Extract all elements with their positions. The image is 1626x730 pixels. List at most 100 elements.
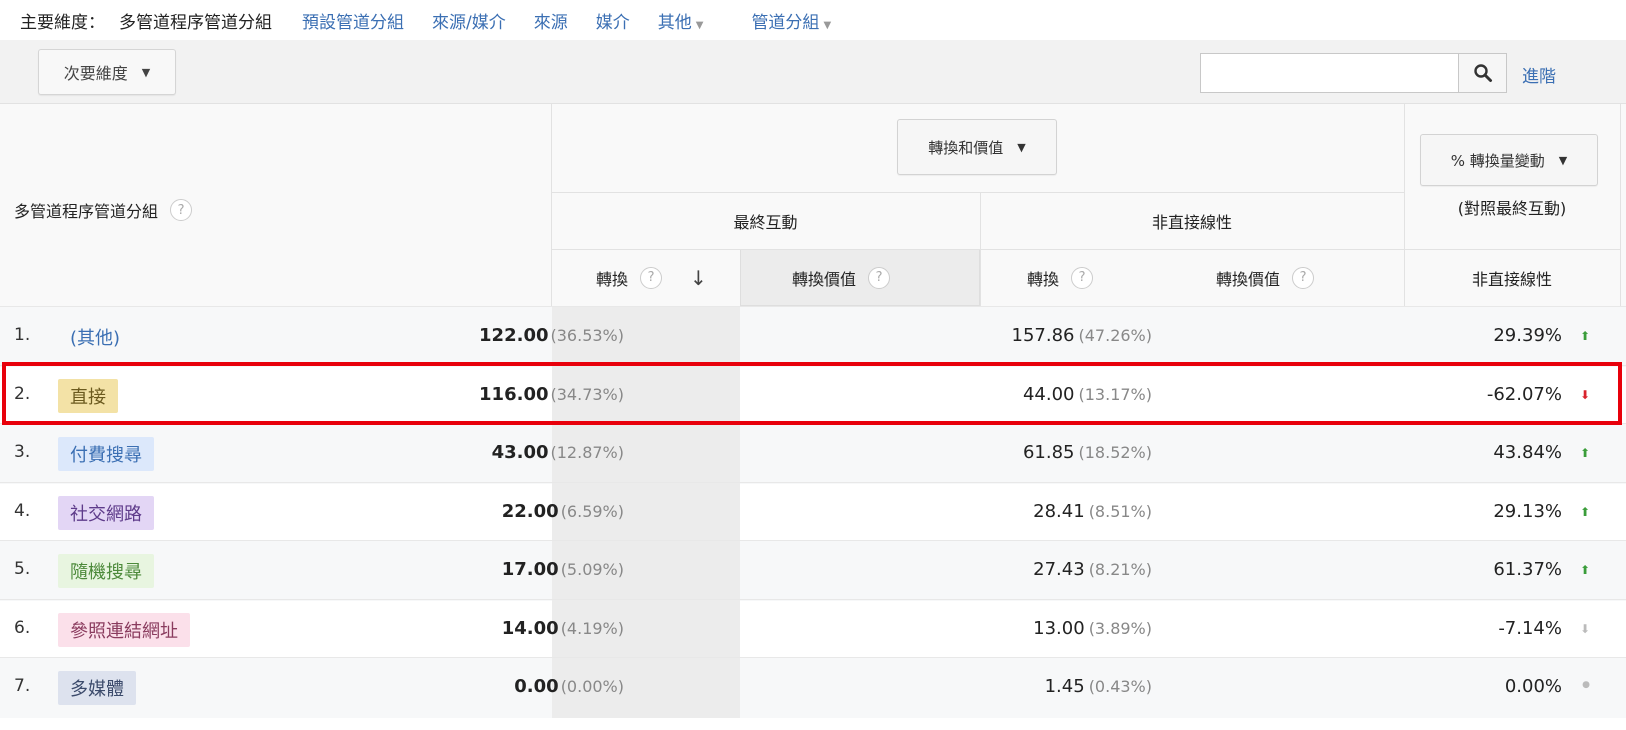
help-icon[interactable]: ? [1292, 266, 1315, 289]
sort-descending-icon[interactable]: ↓ [690, 266, 707, 290]
conversion-change: 29.13% [1493, 500, 1562, 522]
table-toolbar: 次要維度 ▼ 進階 [0, 40, 1626, 104]
table-search-input[interactable] [1200, 53, 1459, 93]
dimension-other-label: 其他 [657, 12, 692, 33]
arrow-up-icon: ⬆ [1579, 563, 1590, 577]
table-row: 4. 社交網路 22.00 (6.59%) 28.41 (8.51%) 29.13% ⬆ [0, 481, 1626, 543]
nonlinear-conversions: 27.43 (8.21%) [1033, 559, 1152, 580]
nonlinear-percent: (8.51%) [1088, 501, 1152, 521]
nonlinear-value: 1.45 [1044, 676, 1085, 697]
chevron-down-icon: ▼ [1017, 140, 1026, 154]
help-icon[interactable]: ? [640, 266, 663, 289]
column-header-value-nonlinear[interactable]: 轉換價值 ? [1216, 249, 1315, 306]
table-row: 1. (其他) 122.00 (36.53%) 157.86 (47.26%) 29.39%… [0, 306, 1626, 367]
chevron-down-icon: ▼ [823, 19, 832, 31]
channel-name-link[interactable]: 隨機搜尋 [58, 554, 154, 588]
channel-name-link[interactable]: 付費搜尋 [58, 437, 154, 471]
dimension-link-source[interactable]: 來源 [534, 8, 568, 33]
primary-dimension-bar: 主要維度： 多管道程序管道分組 預設管道分組 來源/媒介 來源 媒介 其他 ▼ 管… [0, 0, 1626, 40]
channel-name-link[interactable]: 直接 [58, 378, 118, 413]
channel-name-link[interactable]: 多媒體 [58, 671, 136, 705]
column-header-change: 非直接線性 [1471, 269, 1552, 289]
column-header-conversions[interactable]: 轉換 ? ↓ [596, 249, 707, 306]
conversions-value: 17.00 [501, 559, 559, 580]
nonlinear-conversions: 28.41 (8.51%) [1033, 501, 1152, 522]
nonlinear-conversions: 157.86 (47.26%) [1012, 325, 1152, 346]
nonlinear-conversions: 1.45 (0.43%) [1045, 676, 1152, 697]
channel-group-dropdown[interactable]: 管道分組 ▼ [751, 8, 831, 33]
conversion-change: 0.00% [1504, 676, 1562, 697]
last-interaction-conversions: 116.00 (34.73%) [479, 384, 624, 405]
dimension-active-mcf-channel[interactable]: 多管道程序管道分組 [119, 8, 272, 33]
table-row: 7. 多媒體 0.00 (0.00%) 1.45 (0.43%) 0.00% ● [0, 657, 1626, 718]
help-icon[interactable]: ? [170, 199, 193, 221]
column-value2-label: 轉換價值 [1216, 269, 1281, 289]
last-interaction-conversions: 43.00 (12.87%) [492, 442, 624, 463]
secondary-dimension-label: 次要維度 [63, 64, 128, 83]
dimension-link-medium[interactable]: 媒介 [596, 8, 630, 33]
nonlinear-value: 28.41 [1033, 500, 1085, 522]
channel-name-link[interactable]: 參照連結網址 [58, 612, 190, 647]
table-row: 6. 參照連結網址 14.00 (4.19%) 13.00 (3.89%) -7.14% ⬇ [0, 598, 1626, 660]
chevron-down-icon: ▼ [695, 19, 704, 31]
arrow-up-icon: ⬆ [1579, 329, 1590, 343]
compare-subtitle: (對照最終互動) [1457, 199, 1567, 218]
conversion-change: 29.39% [1493, 325, 1562, 346]
search-button[interactable] [1459, 53, 1507, 93]
row-index: 5. [14, 559, 31, 579]
group-header-last-interaction: 最終互動 [733, 212, 798, 232]
column-header-conversion-value[interactable]: 轉換價值 ? [792, 249, 891, 306]
conversion-change: -7.14% [1498, 617, 1562, 639]
channel-name-link[interactable]: 社交網路 [58, 495, 154, 530]
row-index: 4. [14, 500, 31, 521]
last-interaction-conversions: 14.00 (4.19%) [502, 618, 624, 639]
last-interaction-conversions: 22.00 (6.59%) [502, 501, 624, 522]
nonlinear-percent: (8.21%) [1088, 560, 1152, 579]
primary-dimension-label: 主要維度： [20, 12, 105, 33]
column-value-label: 轉換價值 [792, 269, 857, 289]
row-index: 7. [14, 676, 31, 696]
nonlinear-value: 44.00 [1022, 383, 1075, 405]
nonlinear-percent: (0.43%) [1088, 677, 1152, 696]
compare-metric-dropdown[interactable]: % 轉換量變動 ▼ [1420, 134, 1598, 186]
help-icon[interactable]: ? [1071, 266, 1094, 289]
advanced-filter-link[interactable]: 進階 [1522, 62, 1556, 87]
nonlinear-percent: (47.26%) [1078, 326, 1153, 345]
dimension-link-source-medium[interactable]: 來源/媒介 [432, 8, 506, 33]
secondary-dimension-button[interactable]: 次要維度 ▼ [38, 49, 176, 95]
column-conversions2-label: 轉換 [1027, 269, 1060, 289]
dimension-link-default-channel[interactable]: 預設管道分組 [302, 8, 404, 33]
group-header-nonlinear: 非直接線性 [1151, 212, 1232, 232]
table-row: 5. 隨機搜尋 17.00 (5.09%) 27.43 (8.21%) 61.37% ⬆ [0, 540, 1626, 601]
dimension-column-header[interactable]: 多管道程序管道分組 ? [14, 192, 193, 228]
last-interaction-conversions: 0.00 (0.00%) [514, 676, 624, 697]
nonlinear-percent: (3.89%) [1088, 618, 1152, 638]
nonlinear-value: 157.86 [1011, 325, 1075, 346]
chevron-down-icon: ▼ [141, 65, 151, 79]
arrow-up-icon: ⬆ [1579, 504, 1590, 519]
conversions-percent: (6.59%) [560, 501, 624, 521]
conversions-percent: (5.09%) [560, 560, 624, 579]
column-conversions-label: 轉換 [596, 269, 629, 289]
column-header-conversions-nonlinear[interactable]: 轉換 ? [1027, 249, 1094, 306]
row-index: 6. [14, 617, 31, 638]
nonlinear-percent: (18.52%) [1078, 443, 1153, 462]
arrow-down-icon: ⬇ [1579, 387, 1590, 402]
help-icon[interactable]: ? [868, 266, 891, 289]
nonlinear-conversions: 13.00 (3.89%) [1033, 618, 1152, 639]
nonlinear-value: 61.85 [1022, 442, 1075, 463]
chevron-down-icon: ▼ [1558, 153, 1568, 167]
table-row: 2. 直接 116.00 (34.73%) 44.00 (13.17%) -62.07% ⬇ [0, 364, 1626, 426]
nonlinear-conversions: 44.00 (13.17%) [1023, 384, 1152, 405]
conversions-value: 0.00 [514, 676, 559, 697]
conversions-value: 14.00 [501, 617, 559, 639]
nonlinear-value: 13.00 [1033, 617, 1085, 639]
dimension-other-dropdown[interactable]: 其他 ▼ [658, 8, 704, 33]
last-interaction-conversions: 122.00 (36.53%) [479, 325, 624, 346]
conversions-value: 122.00 [479, 325, 549, 346]
metric-group-dropdown[interactable]: 轉換和價值 ▼ [897, 119, 1057, 175]
channel-name-link[interactable]: (其他) [58, 320, 132, 354]
conversions-percent: (12.87%) [550, 443, 625, 462]
nonlinear-conversions: 61.85 (18.52%) [1023, 442, 1152, 463]
conversions-percent: (4.19%) [560, 618, 624, 638]
